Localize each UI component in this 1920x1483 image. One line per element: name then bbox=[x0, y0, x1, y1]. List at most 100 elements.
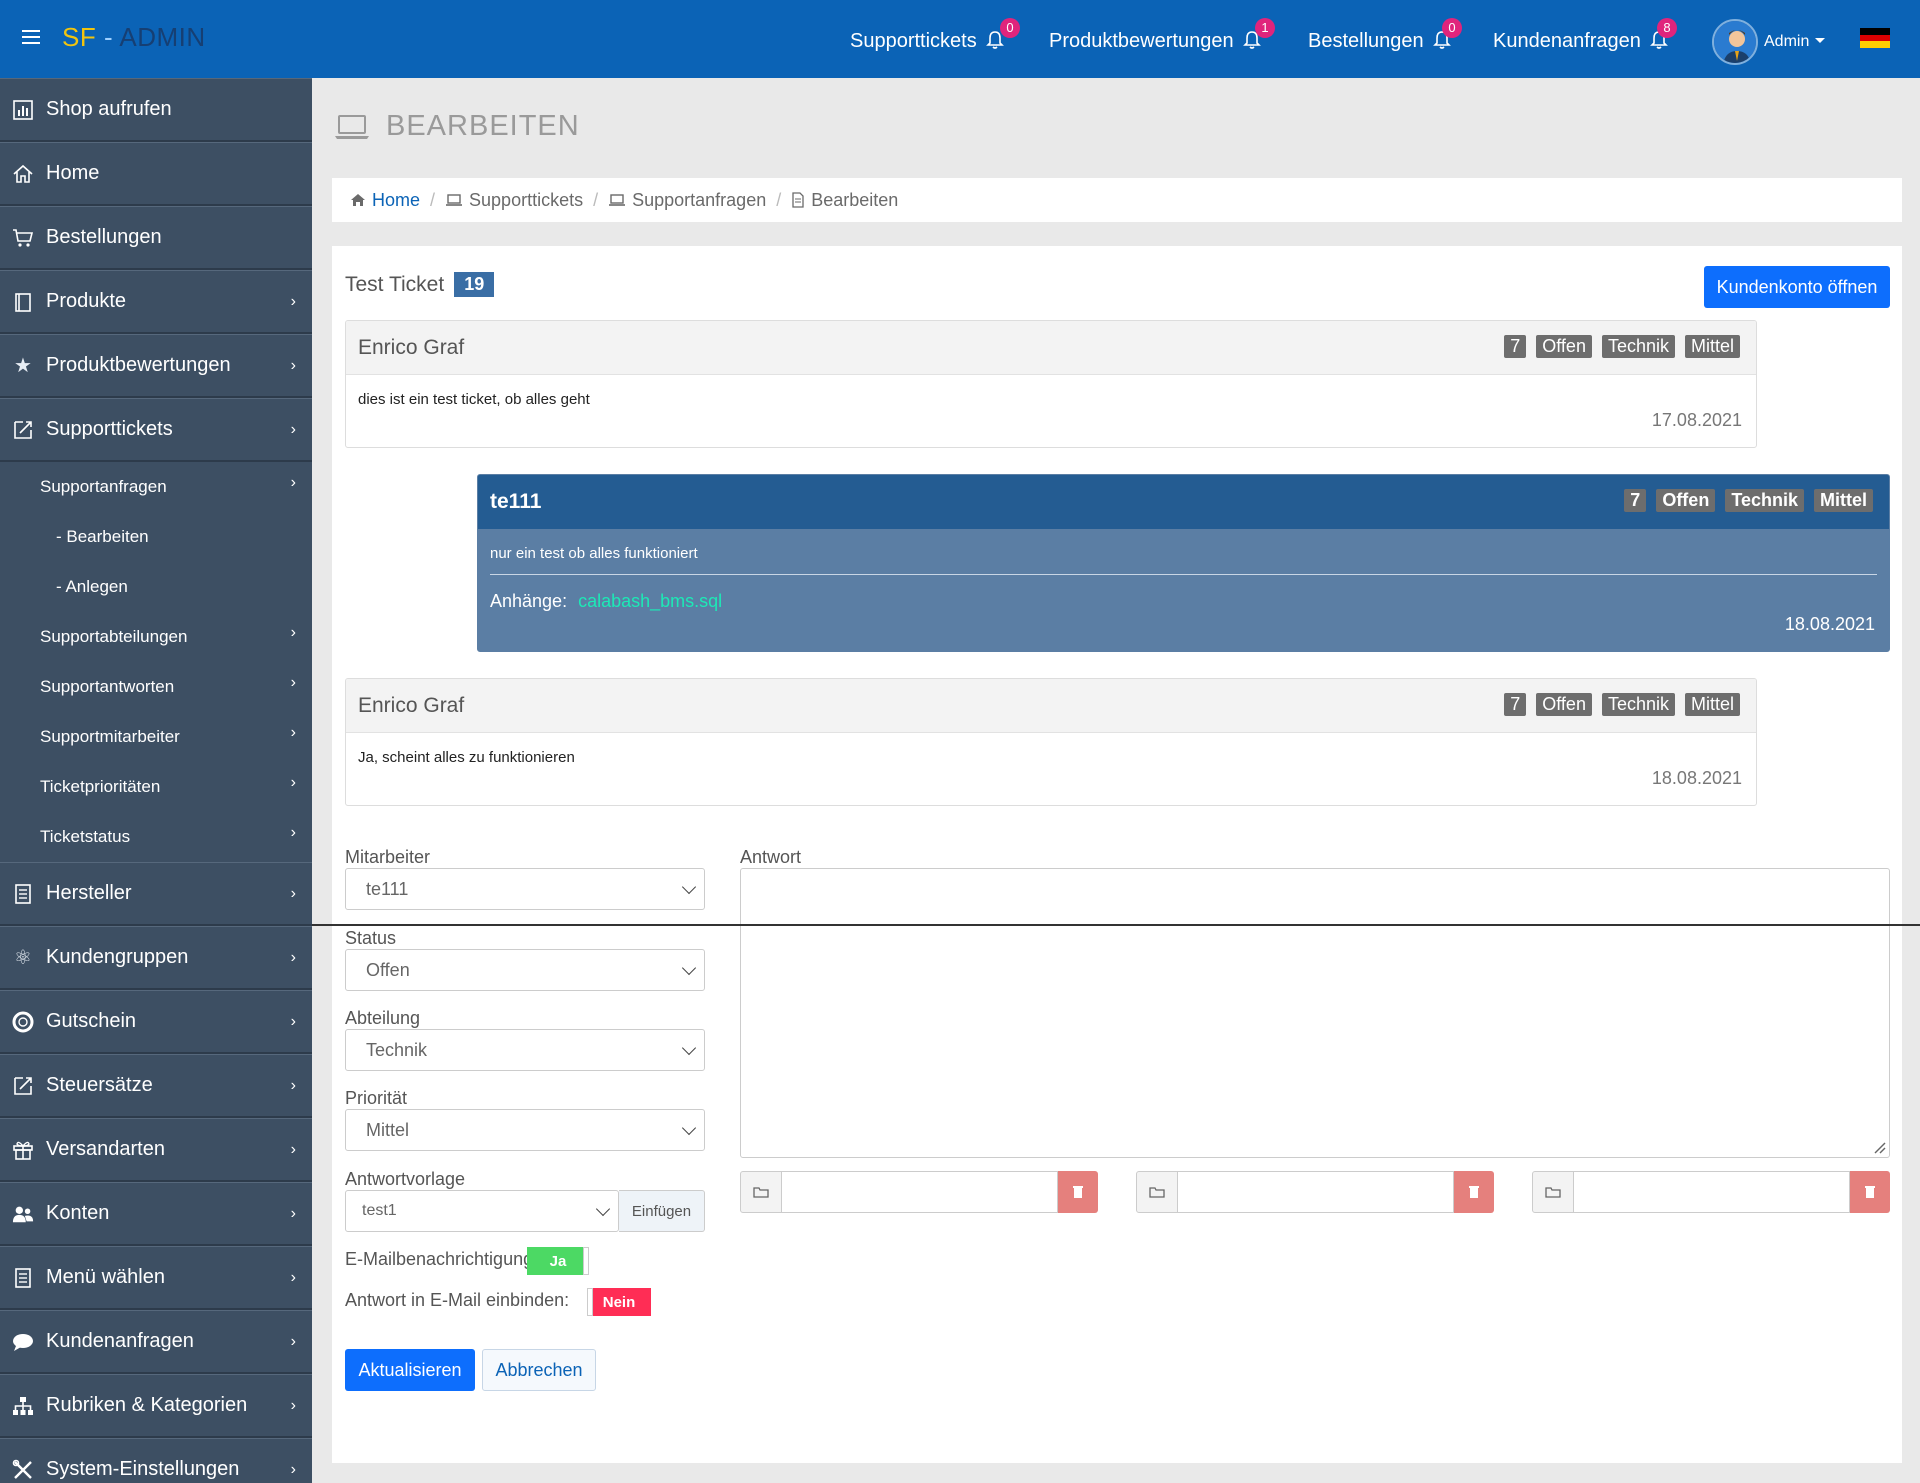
open-customer-account-button[interactable]: Kundenkonto öffnen bbox=[1704, 266, 1890, 308]
message-tags: 7 Offen Technik Mittel bbox=[1504, 693, 1740, 716]
resize-grip-icon[interactable] bbox=[1872, 1140, 1886, 1154]
sidebar-subitem-ticketstatus[interactable]: Ticketstatus › bbox=[0, 812, 312, 862]
breadcrumb-supportanfragen[interactable]: Supportanfragen bbox=[632, 190, 766, 211]
sidebar-item-menue-waehlen[interactable]: Menü wählen › bbox=[0, 1246, 312, 1310]
tag-priority: Mittel bbox=[1684, 335, 1740, 358]
sidebar-item-system-einstellungen[interactable]: System-Einstellungen › bbox=[0, 1438, 312, 1483]
message-author: Enrico Graf bbox=[358, 693, 465, 717]
sidebar-item-supporttickets[interactable]: Supporttickets › bbox=[0, 398, 312, 462]
file-input[interactable] bbox=[782, 1171, 1058, 1213]
folder-icon[interactable] bbox=[740, 1171, 782, 1213]
chevron-right-icon: › bbox=[290, 1013, 296, 1030]
department-select[interactable]: Technik bbox=[345, 1029, 705, 1071]
breadcrumb-separator: / bbox=[776, 189, 782, 210]
sidebar-item-konten[interactable]: Konten › bbox=[0, 1182, 312, 1246]
sidebar-item-label: Kundenanfragen bbox=[46, 1330, 194, 1352]
sidebar-item-versandarten[interactable]: Versandarten › bbox=[0, 1118, 312, 1182]
tag-priority: Mittel bbox=[1814, 489, 1873, 512]
chevron-right-icon: › bbox=[290, 357, 296, 374]
sidebar-item-gutschein[interactable]: Gutschein › bbox=[0, 990, 312, 1054]
user-menu-toggle[interactable]: Admin bbox=[1764, 33, 1826, 51]
sidebar-item-hersteller[interactable]: Hersteller › bbox=[0, 862, 312, 926]
message-date: 18.08.2021 bbox=[1784, 614, 1875, 634]
laptop-icon bbox=[335, 114, 369, 139]
sidebar-subsubitem-label: - Bearbeiten bbox=[56, 527, 149, 546]
sidebar-item-steuersaetze[interactable]: Steuersätze › bbox=[0, 1054, 312, 1118]
sidebar-subitem-supportmitarbeiter[interactable]: Supportmitarbeiter › bbox=[0, 712, 312, 762]
chevron-right-icon: › bbox=[290, 1141, 296, 1158]
sidebar-subitem-label: Ticketstatus bbox=[40, 827, 131, 846]
chevron-right-icon: › bbox=[290, 1397, 296, 1414]
chevron-down-icon bbox=[681, 1040, 697, 1056]
update-button[interactable]: Aktualisieren bbox=[345, 1349, 475, 1391]
sidebar-item-label: Home bbox=[46, 162, 100, 184]
nav-produktbewertungen[interactable]: Produktbewertungen 1 bbox=[1049, 18, 1275, 53]
nav-label: Supporttickets bbox=[850, 30, 977, 52]
sidebar-subitem-label: Ticketprioritäten bbox=[40, 777, 161, 796]
breadcrumb-current: Bearbeiten bbox=[811, 189, 899, 210]
message-attachments: Anhänge: calabash_bms.sql bbox=[478, 575, 1889, 628]
tag-status: Offen bbox=[1536, 693, 1592, 716]
user-avatar[interactable] bbox=[1712, 19, 1758, 65]
sidebar-subitem-ticketprioritaeten[interactable]: Ticketprioritäten › bbox=[0, 762, 312, 812]
template-select[interactable]: test1 bbox=[345, 1190, 619, 1232]
notification-badge: 1 bbox=[1255, 18, 1275, 38]
cart-icon bbox=[12, 227, 34, 249]
nav-bestellungen[interactable]: Bestellungen 0 bbox=[1308, 18, 1462, 53]
chevron-right-icon: › bbox=[290, 824, 296, 841]
folder-icon[interactable] bbox=[1532, 1171, 1574, 1213]
department-label: Abteilung bbox=[345, 1008, 421, 1028]
sidebar-item-kundenanfragen[interactable]: Kundenanfragen › bbox=[0, 1310, 312, 1374]
sidebar-subitem-supportantworten[interactable]: Supportantworten › bbox=[0, 662, 312, 712]
sidebar-item-bestellungen[interactable]: Bestellungen bbox=[0, 206, 312, 270]
tag-department: Technik bbox=[1725, 489, 1804, 512]
sidebar-subitem-supportanfragen[interactable]: Supportanfragen › bbox=[0, 462, 312, 512]
attachment-link[interactable]: calabash_bms.sql bbox=[578, 591, 722, 611]
chevron-right-icon: › bbox=[290, 624, 296, 641]
sidebar-item-label: Gutschein bbox=[46, 1010, 137, 1032]
trash-icon[interactable] bbox=[1850, 1171, 1890, 1213]
department-select-value: Technik bbox=[366, 1039, 428, 1060]
brand-logo[interactable]: SF - ADMIN bbox=[62, 22, 206, 53]
file-input[interactable] bbox=[1178, 1171, 1454, 1213]
nav-kundenanfragen[interactable]: Kundenanfragen 8 bbox=[1493, 18, 1677, 53]
employee-select[interactable]: te111 bbox=[345, 868, 705, 910]
breadcrumb-home-link[interactable]: Home bbox=[372, 190, 420, 211]
priority-select[interactable]: Mittel bbox=[345, 1109, 705, 1151]
laptop-icon bbox=[608, 193, 626, 207]
trash-icon[interactable] bbox=[1454, 1171, 1494, 1213]
email-notify-toggle[interactable]: Ja bbox=[527, 1247, 589, 1275]
sidebar-subsubitem-bearbeiten[interactable]: - Bearbeiten bbox=[0, 512, 312, 562]
sidebar-item-shop-aufrufen[interactable]: Shop aufrufen bbox=[0, 78, 312, 142]
tag-id: 7 bbox=[1504, 335, 1527, 358]
status-select[interactable]: Offen bbox=[345, 949, 705, 991]
email-notify-label: E-Mailbenachrichtigung: bbox=[345, 1249, 539, 1269]
german-flag-icon[interactable] bbox=[1860, 28, 1890, 48]
page-title-text: BEARBEITEN bbox=[386, 110, 580, 142]
sidebar-item-home[interactable]: Home bbox=[0, 142, 312, 206]
breadcrumb-supporttickets[interactable]: Supporttickets bbox=[469, 190, 583, 211]
ticket-icon bbox=[12, 419, 34, 441]
toggle-knob bbox=[583, 1247, 589, 1275]
sidebar-item-rubriken-kategorien[interactable]: Rubriken & Kategorien › bbox=[0, 1374, 312, 1438]
hamburger-menu-icon[interactable] bbox=[22, 30, 40, 44]
sidebar-item-label: Versandarten bbox=[46, 1138, 165, 1160]
user-avatar-icon bbox=[1714, 21, 1756, 63]
cancel-button[interactable]: Abbrechen bbox=[482, 1349, 596, 1391]
attachments-label: Anhänge: bbox=[490, 591, 568, 611]
file-upload-2 bbox=[1136, 1171, 1494, 1213]
insert-template-button[interactable]: Einfügen bbox=[619, 1190, 705, 1232]
answer-textarea[interactable] bbox=[740, 868, 1890, 1158]
include-answer-toggle[interactable]: Nein bbox=[587, 1288, 651, 1316]
lifebuoy-icon bbox=[12, 1011, 34, 1033]
sidebar-item-produktbewertungen[interactable]: ★ Produktbewertungen › bbox=[0, 334, 312, 398]
sidebar-item-produkte[interactable]: Produkte › bbox=[0, 270, 312, 334]
brand-sf: SF bbox=[62, 22, 97, 52]
sidebar-subitem-supportabteilungen[interactable]: Supportabteilungen › bbox=[0, 612, 312, 662]
folder-icon[interactable] bbox=[1136, 1171, 1178, 1213]
sidebar-item-kundengruppen[interactable]: ⚛ Kundengruppen › bbox=[0, 926, 312, 990]
sidebar-subsubitem-anlegen[interactable]: - Anlegen bbox=[0, 562, 312, 612]
file-input[interactable] bbox=[1574, 1171, 1850, 1213]
nav-supporttickets[interactable]: Supporttickets 0 bbox=[850, 18, 1020, 53]
trash-icon[interactable] bbox=[1058, 1171, 1098, 1213]
